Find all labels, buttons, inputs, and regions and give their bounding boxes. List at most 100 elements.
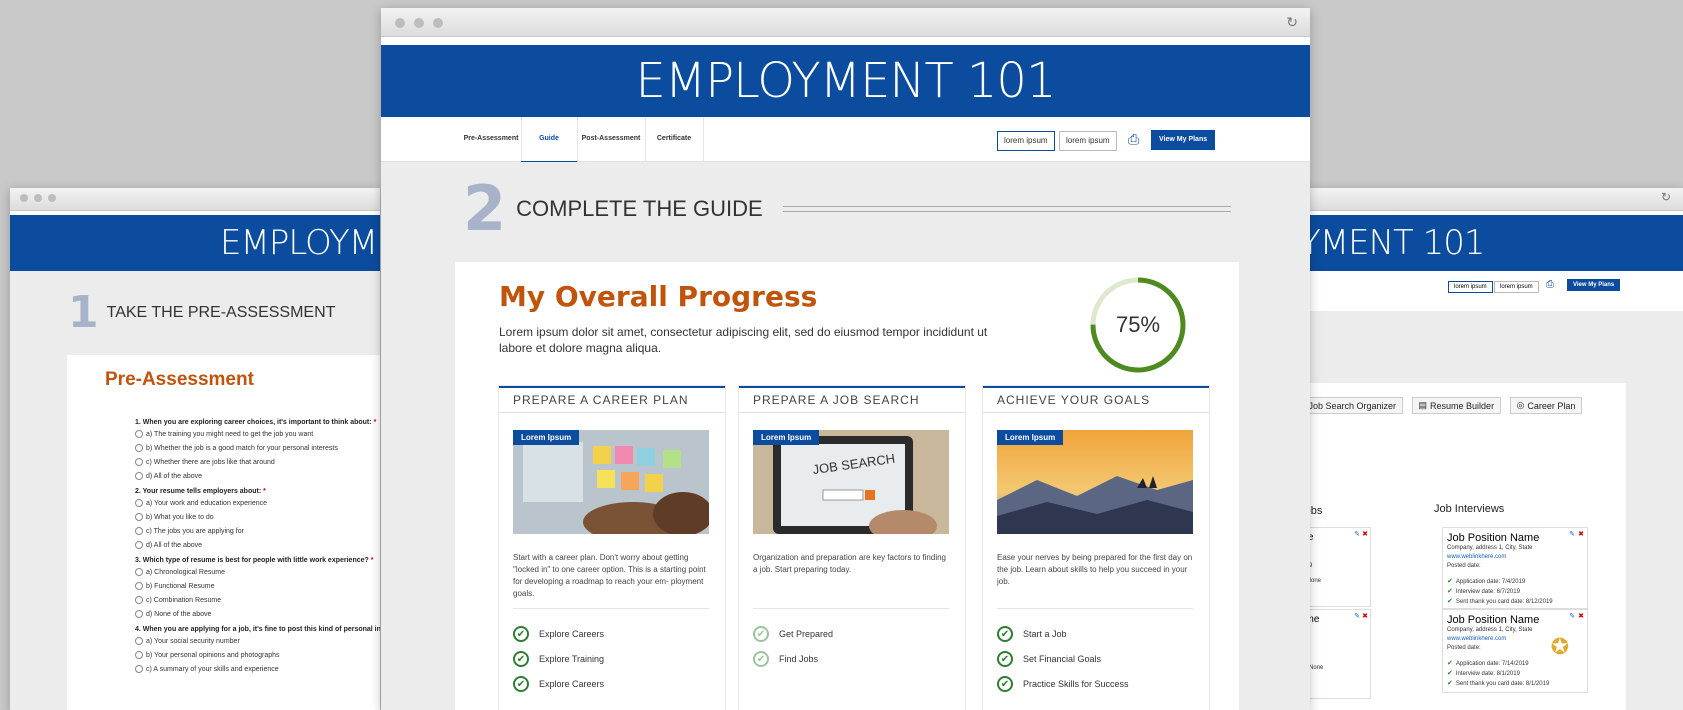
answer-option[interactable]: a) Your work and education experience [135, 499, 380, 507]
check-circle-icon: ✔ [997, 626, 1013, 642]
window-maximize-dot[interactable] [433, 18, 443, 28]
view-plans-button[interactable]: View My Plans [1567, 279, 1621, 291]
checklist-item[interactable]: ✔ Get Prepared [753, 626, 833, 642]
answer-option[interactable]: a) Your social security number [135, 637, 380, 645]
guide-column-goals: ACHIEVE YOUR GOALS Lorem Ipsum Ease your… [983, 386, 1209, 710]
site-banner: YMENT 101 [1290, 215, 1683, 282]
answer-label: a) Chronological Resume [146, 568, 225, 576]
print-icon[interactable]: ⎙ [1546, 279, 1554, 290]
delete-icon[interactable]: ✖ [1578, 530, 1584, 538]
question-text: 3. Which type of resume is best for peop… [135, 557, 380, 564]
answer-option[interactable]: a) The training you might need to get th… [135, 430, 380, 438]
answer-option[interactable]: c) Combination Resume [135, 596, 380, 604]
interview-link[interactable]: www.weblinkhere.com [1447, 553, 1583, 562]
question-list: 1. When you are exploring career choices… [135, 411, 380, 679]
checklist-item[interactable]: ✔ Explore Careers [513, 676, 604, 692]
edit-icon[interactable]: ✎ [1354, 612, 1360, 620]
radio-button[interactable] [135, 458, 143, 466]
reload-icon[interactable]: ↻ [1286, 14, 1298, 31]
step-label: Interview date: 6/7/2019 [1455, 589, 1520, 595]
nav-pill-2[interactable]: lorem ipsum [1059, 131, 1117, 151]
answer-option[interactable]: d) None of the above [135, 610, 380, 618]
interview-step: ✔ Application date: 7/14/2019 [1447, 659, 1583, 669]
answer-option[interactable]: d) All of the above [135, 541, 380, 549]
tab-post-assessment[interactable]: Post-Assessment [577, 117, 646, 161]
tab-certificate[interactable]: Certificate [645, 117, 704, 161]
radio-button[interactable] [135, 472, 143, 480]
answer-option[interactable]: b) What you like to do [135, 513, 380, 521]
answer-option[interactable]: b) Functional Resume [135, 582, 380, 590]
nav-pill-1[interactable]: lorem ipsum [997, 131, 1055, 151]
window-maximize-dot[interactable] [48, 194, 56, 202]
window-minimize-dot[interactable] [414, 18, 424, 28]
delete-icon[interactable]: ✖ [1362, 530, 1368, 538]
window-close-dot[interactable] [20, 194, 28, 202]
interview-step: ✔ Sent thank you card date: 8/12/2019 [1447, 597, 1583, 607]
checklist-item[interactable]: ✔ Explore Training [513, 651, 604, 667]
tablet-job-search-image: JOB SEARCH Lorem Ipsum [753, 430, 949, 534]
radio-button[interactable] [135, 582, 143, 590]
delete-icon[interactable]: ✖ [1578, 612, 1584, 620]
reload-icon[interactable]: ↻ [1661, 190, 1671, 204]
radio-button[interactable] [135, 430, 143, 438]
radio-button[interactable] [135, 651, 143, 659]
interview-card[interactable]: Job Position Name Company, address 1, Ci… [1442, 527, 1588, 609]
radio-button[interactable] [135, 596, 143, 604]
answer-label: a) Your social security number [146, 637, 240, 645]
print-icon[interactable]: ⎙ [1128, 131, 1139, 148]
answer-option[interactable]: a) Chronological Resume [135, 568, 380, 576]
tab-pre-assessment[interactable]: Pre-Assessment [461, 117, 522, 161]
company-link[interactable]: www.weblinkhere.com [1447, 554, 1506, 560]
answer-option[interactable]: c) A summary of your skills and experien… [135, 665, 380, 673]
answer-option[interactable]: d) All of the above [135, 472, 380, 480]
radio-button[interactable] [135, 541, 143, 549]
answer-option[interactable]: b) Whether the job is a good match for y… [135, 444, 380, 452]
question-label: 4. When you are applying for a job, it's… [135, 626, 380, 633]
radio-button[interactable] [135, 568, 143, 576]
answer-option[interactable]: c) The jobs you are applying for [135, 527, 380, 535]
radio-button[interactable] [135, 499, 143, 507]
checklist-item[interactable]: ✔ Set Financial Goals [997, 651, 1101, 667]
answer-label: c) Combination Resume [146, 596, 222, 604]
required-marker: * [370, 557, 374, 564]
view-plans-button[interactable]: View My Plans [1151, 130, 1216, 150]
tab-resume-builder[interactable]: ▤ Resume Builder [1411, 397, 1502, 414]
answer-option[interactable]: c) Whether there are jobs like that arou… [135, 458, 380, 466]
nav-pill-1[interactable]: lorem ipsum [1448, 281, 1493, 293]
tab-guide[interactable]: Guide [521, 117, 578, 163]
interview-address: Company, address 1, City, State [1447, 545, 1533, 551]
radio-button[interactable] [135, 527, 143, 535]
delete-icon[interactable]: ✖ [1362, 612, 1368, 620]
checklist-item[interactable]: ✔ Explore Careers [513, 626, 604, 642]
radio-button[interactable] [135, 513, 143, 521]
edit-icon[interactable]: ✎ [1569, 612, 1575, 620]
question-label: 2. Your resume tells employers about: [135, 488, 262, 495]
interview-card[interactable]: Job Position Name Company, address 1, Ci… [1442, 609, 1588, 693]
check-circle-icon: ✔ [513, 626, 529, 642]
content-area: lorem ipsum lorem ipsum ⎙ View My Plans … [1290, 271, 1683, 710]
checklist-item[interactable]: ✔ Find Jobs [753, 651, 818, 667]
radio-button[interactable] [135, 665, 143, 673]
window-minimize-dot[interactable] [34, 194, 42, 202]
checklist-label: Explore Careers [539, 679, 605, 689]
radio-button[interactable] [135, 637, 143, 645]
checklist-item[interactable]: ✔ Practice Skills for Success [997, 676, 1129, 692]
question-text: 4. When you are applying for a job, it's… [135, 626, 380, 633]
check-icon: ✔ [1447, 588, 1453, 595]
company-link[interactable]: www.weblinkhere.com [1447, 636, 1506, 642]
edit-icon[interactable]: ✎ [1569, 530, 1575, 538]
nav-pill-2[interactable]: lorem ipsum [1494, 281, 1539, 293]
guide-column-career-plan: PREPARE A CAREER PLAN Lorem Ipsum Start … [499, 386, 725, 710]
checklist-item[interactable]: ✔ Start a Job [997, 626, 1067, 642]
answer-label: d) None of the above [146, 610, 212, 618]
required-marker: * [263, 488, 266, 495]
radio-button[interactable] [135, 610, 143, 618]
check-circle-icon: ✔ [997, 676, 1013, 692]
check-icon: ✔ [1447, 670, 1453, 677]
window-close-dot[interactable] [395, 18, 405, 28]
edit-icon[interactable]: ✎ [1354, 530, 1360, 538]
checklist-label: Get Prepared [779, 629, 834, 639]
tab-career-plan[interactable]: ◎ Career Plan [1509, 397, 1583, 414]
radio-button[interactable] [135, 444, 143, 452]
answer-option[interactable]: b) Your personal opinions and photograph… [135, 651, 380, 659]
